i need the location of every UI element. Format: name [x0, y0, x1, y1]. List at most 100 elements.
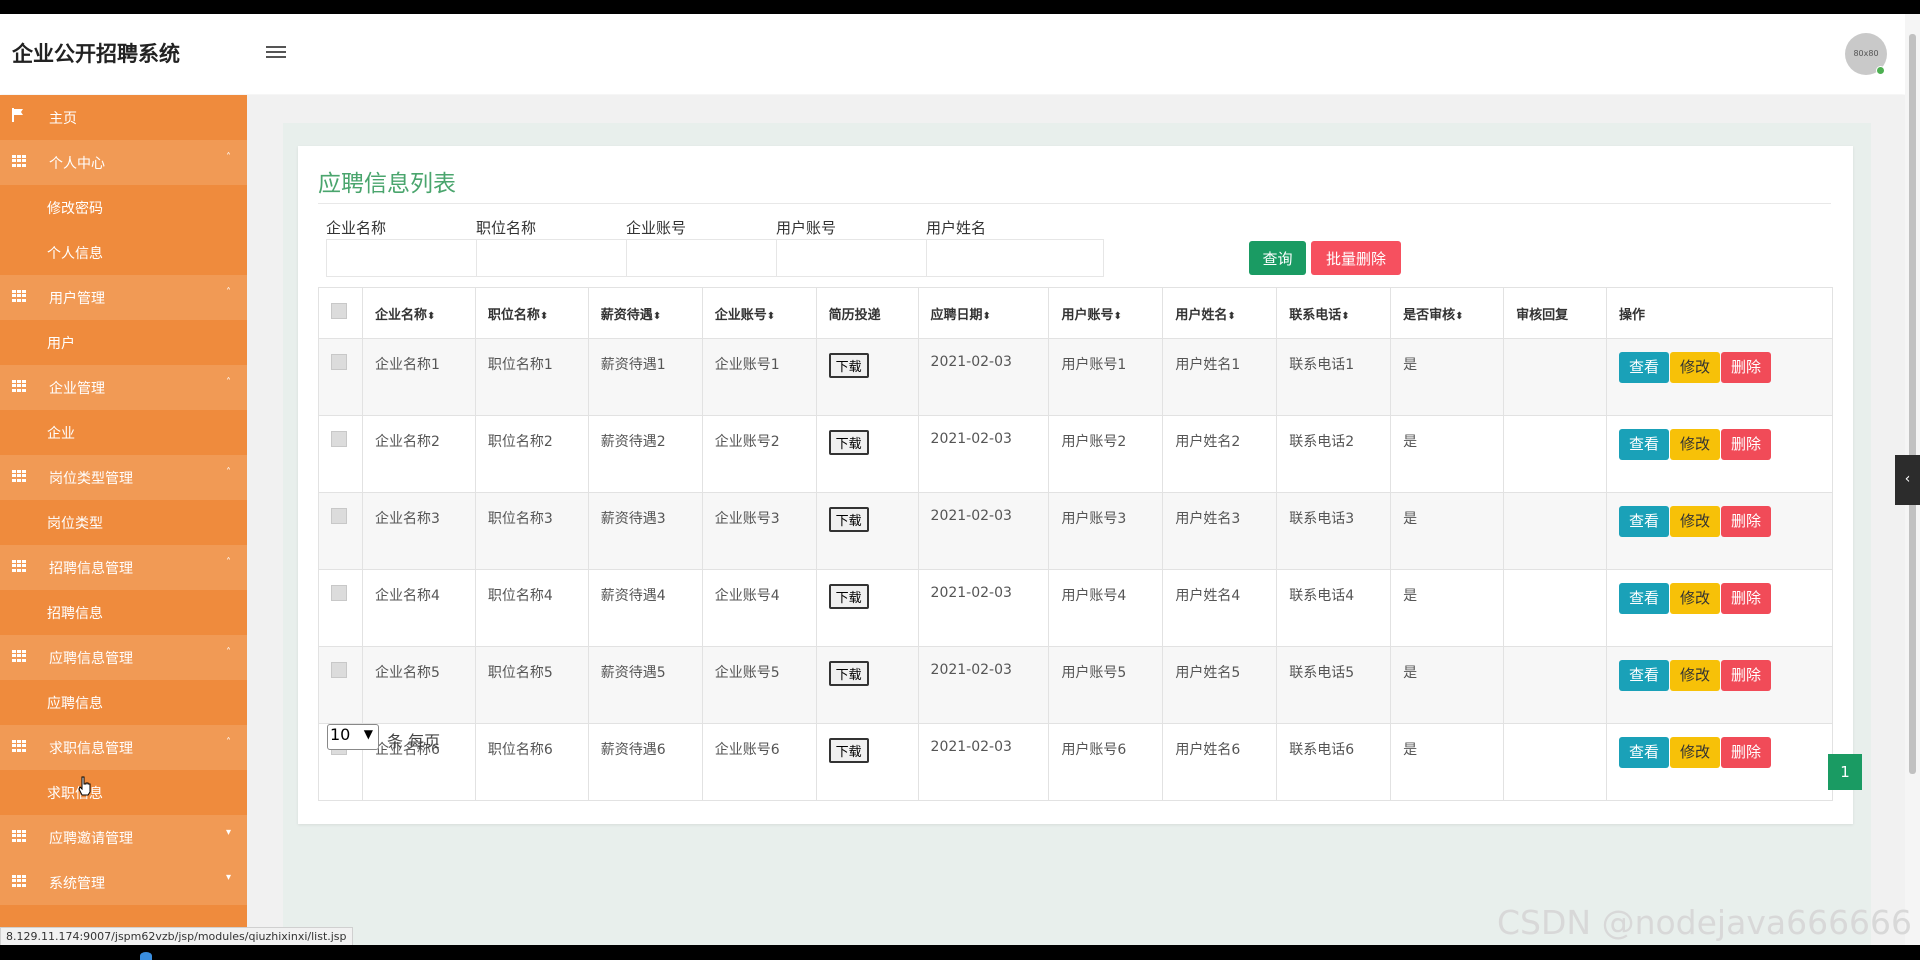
edit-button[interactable]: 修改: [1670, 352, 1720, 383]
scroll-thumb[interactable]: [1909, 34, 1916, 774]
cell-review-reply: [1504, 339, 1607, 416]
edit-button[interactable]: 修改: [1670, 660, 1720, 691]
chevron-up-icon: ˄: [226, 737, 231, 748]
filter-input-4[interactable]: [926, 239, 1104, 277]
sidebar-item-5[interactable]: 用户: [0, 320, 247, 365]
sidebar-item-17[interactable]: 系统管理▾: [0, 860, 247, 905]
page-button-current[interactable]: 1: [1828, 754, 1862, 790]
sidebar-item-4[interactable]: 用户管理˄: [0, 275, 247, 320]
column-header[interactable]: 用户账号⬍: [1049, 288, 1163, 339]
view-button[interactable]: 查看: [1619, 737, 1669, 768]
sidebar-item-12[interactable]: 应聘信息管理˄: [0, 635, 247, 680]
view-button[interactable]: 查看: [1619, 352, 1669, 383]
cell-user-account: 用户账号5: [1049, 647, 1163, 724]
sidebar-item-9[interactable]: 岗位类型: [0, 500, 247, 545]
delete-button[interactable]: 删除: [1721, 737, 1771, 768]
column-header[interactable]: 联系电话⬍: [1277, 288, 1391, 339]
page-size-select[interactable]: 10 ▼: [327, 724, 379, 750]
cell-resume: 下载: [816, 724, 918, 801]
sort-icon[interactable]: ⬍: [1455, 311, 1463, 322]
sidebar-item-13[interactable]: 应聘信息: [0, 680, 247, 725]
cell-user-account: 用户账号4: [1049, 570, 1163, 647]
row-checkbox[interactable]: [331, 585, 347, 601]
sidebar-item-15[interactable]: 求职信息: [0, 770, 247, 815]
sidebar-item-8[interactable]: 岗位类型管理˄: [0, 455, 247, 500]
menu-toggle-icon[interactable]: [266, 46, 286, 60]
cell-company-account: 企业账号3: [702, 493, 816, 570]
delete-button[interactable]: 删除: [1721, 660, 1771, 691]
sort-icon[interactable]: ⬍: [653, 311, 661, 322]
sort-icon[interactable]: ⬍: [1227, 311, 1235, 322]
view-button[interactable]: 查看: [1619, 660, 1669, 691]
download-button[interactable]: 下载: [829, 353, 869, 378]
table-row: 企业名称5职位名称5薪资待遇5企业账号5下载2021-02-03用户账号5用户姓…: [319, 647, 1833, 724]
sort-icon[interactable]: ⬍: [540, 311, 548, 322]
column-header[interactable]: 薪资待遇⬍: [588, 288, 702, 339]
chevron-down-icon: ▾: [226, 872, 231, 883]
column-header[interactable]: 是否审核⬍: [1391, 288, 1504, 339]
query-button[interactable]: 查询: [1249, 241, 1306, 275]
row-select-cell: [319, 570, 363, 647]
cell-actions: 查看修改删除: [1606, 493, 1832, 570]
select-all-checkbox[interactable]: [331, 303, 347, 319]
column-header[interactable]: 职位名称⬍: [475, 288, 588, 339]
download-button[interactable]: 下载: [829, 584, 869, 609]
cell-company-account: 企业账号2: [702, 416, 816, 493]
grid-icon: [12, 290, 26, 302]
cell-reviewed: 是: [1391, 416, 1504, 493]
delete-button[interactable]: 删除: [1721, 506, 1771, 537]
sidebar-item-3[interactable]: 个人信息: [0, 230, 247, 275]
download-button[interactable]: 下载: [829, 507, 869, 532]
cell-actions: 查看修改删除: [1606, 416, 1832, 493]
select-all-cell: [319, 288, 363, 339]
sidebar-item-label: 招聘信息: [47, 603, 103, 623]
sort-icon[interactable]: ⬍: [1341, 311, 1349, 322]
cell-user-account: 用户账号2: [1049, 416, 1163, 493]
cell-reviewed: 是: [1391, 493, 1504, 570]
sidebar-item-7[interactable]: 企业: [0, 410, 247, 455]
view-button[interactable]: 查看: [1619, 583, 1669, 614]
row-checkbox[interactable]: [331, 431, 347, 447]
cell-review-reply: [1504, 416, 1607, 493]
sidebar-item-10[interactable]: 招聘信息管理˄: [0, 545, 247, 590]
sort-icon[interactable]: ⬍: [427, 311, 435, 322]
sidebar-item-2[interactable]: 修改密码: [0, 185, 247, 230]
edit-button[interactable]: 修改: [1670, 506, 1720, 537]
column-header[interactable]: 用户姓名⬍: [1163, 288, 1277, 339]
view-button[interactable]: 查看: [1619, 429, 1669, 460]
cell-salary: 薪资待遇4: [588, 570, 702, 647]
edit-button[interactable]: 修改: [1670, 737, 1720, 768]
delete-button[interactable]: 删除: [1721, 352, 1771, 383]
sidebar-item-14[interactable]: 求职信息管理˄: [0, 725, 247, 770]
download-button[interactable]: 下载: [829, 738, 869, 763]
sidebar-item-label: 用户: [47, 333, 75, 353]
sidebar-item-6[interactable]: 企业管理˄: [0, 365, 247, 410]
sidebar-item-16[interactable]: 应聘邀请管理▾: [0, 815, 247, 860]
download-button[interactable]: 下载: [829, 430, 869, 455]
row-checkbox[interactable]: [331, 508, 347, 524]
sidebar-item-1[interactable]: 个人中心˄: [0, 140, 247, 185]
sidebar: 主页个人中心˄修改密码个人信息用户管理˄ 用户企业管理˄企业岗位类型管理˄岗位类型…: [0, 95, 247, 945]
download-button[interactable]: 下载: [829, 661, 869, 686]
row-checkbox[interactable]: [331, 662, 347, 678]
view-button[interactable]: 查看: [1619, 506, 1669, 537]
column-header[interactable]: 应聘日期⬍: [918, 288, 1049, 339]
grid-icon: [12, 830, 26, 842]
cell-user-name: 用户姓名2: [1163, 416, 1277, 493]
row-checkbox[interactable]: [331, 354, 347, 370]
delete-button[interactable]: 删除: [1721, 583, 1771, 614]
sort-icon[interactable]: ⬍: [767, 311, 775, 322]
edit-button[interactable]: 修改: [1670, 583, 1720, 614]
delete-button[interactable]: 删除: [1721, 429, 1771, 460]
sort-icon[interactable]: ⬍: [1113, 311, 1121, 322]
sidebar-item-0[interactable]: 主页: [0, 95, 247, 140]
chevron-left-icon[interactable]: ‹: [1895, 455, 1920, 505]
batch-delete-button[interactable]: 批量删除: [1311, 241, 1401, 275]
column-header[interactable]: 企业账号⬍: [702, 288, 816, 339]
cell-user-name: 用户姓名4: [1163, 570, 1277, 647]
cell-phone: 联系电话4: [1277, 570, 1391, 647]
sidebar-item-11[interactable]: 招聘信息: [0, 590, 247, 635]
edit-button[interactable]: 修改: [1670, 429, 1720, 460]
sort-icon[interactable]: ⬍: [983, 311, 991, 322]
column-header[interactable]: 企业名称⬍: [362, 288, 475, 339]
